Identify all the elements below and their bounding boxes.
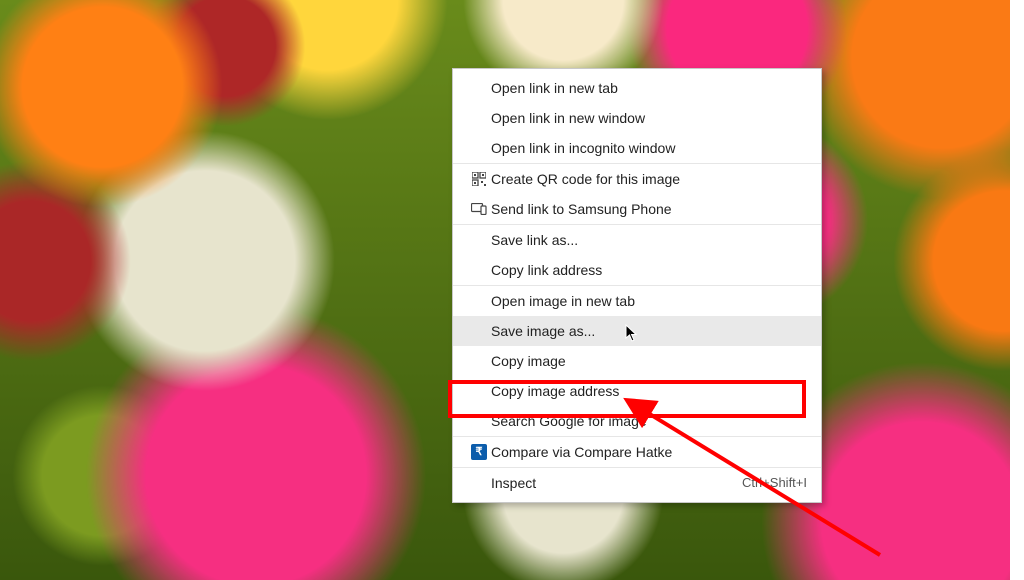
menu-item-label: Open link in new window bbox=[491, 108, 807, 128]
menu-item-open-incognito[interactable]: Open link in incognito window bbox=[453, 133, 821, 163]
menu-item-label: Compare via Compare Hatke bbox=[491, 442, 807, 462]
menu-item-copy-image[interactable]: Copy image bbox=[453, 346, 821, 376]
menu-item-send-samsung[interactable]: Send link to Samsung Phone bbox=[453, 194, 821, 224]
menu-item-label: Copy image bbox=[491, 351, 807, 371]
menu-item-label: Search Google for image bbox=[491, 411, 807, 431]
cursor-icon bbox=[625, 324, 639, 342]
viewport: Open link in new tab Open link in new win… bbox=[0, 0, 1024, 580]
menu-item-create-qr[interactable]: Create QR code for this image bbox=[453, 164, 821, 194]
menu-item-label: Inspect bbox=[491, 473, 742, 493]
devices-icon bbox=[467, 203, 491, 215]
compare-hatke-icon: ₹ bbox=[467, 444, 491, 460]
context-menu-section: Save link as... Copy link address bbox=[453, 224, 821, 285]
context-menu-section: Create QR code for this image Send link t… bbox=[453, 163, 821, 224]
menu-item-label: Create QR code for this image bbox=[491, 169, 807, 189]
context-menu: Open link in new tab Open link in new win… bbox=[452, 68, 822, 503]
context-menu-section: InspectCtrl+Shift+I bbox=[453, 467, 821, 498]
context-menu-section: Open image in new tab Save image as... Cop… bbox=[453, 285, 821, 436]
menu-item-search-google-image[interactable]: Search Google for image bbox=[453, 406, 821, 436]
menu-item-open-image-new-tab[interactable]: Open image in new tab bbox=[453, 286, 821, 316]
menu-item-save-link-as[interactable]: Save link as... bbox=[453, 225, 821, 255]
menu-item-inspect[interactable]: InspectCtrl+Shift+I bbox=[453, 468, 821, 498]
menu-item-save-image-as[interactable]: Save image as... bbox=[453, 316, 821, 346]
menu-item-label: Open link in incognito window bbox=[491, 138, 807, 158]
menu-item-copy-link-address[interactable]: Copy link address bbox=[453, 255, 821, 285]
menu-item-open-new-window[interactable]: Open link in new window bbox=[453, 103, 821, 133]
menu-item-label: Send link to Samsung Phone bbox=[491, 199, 807, 219]
menu-item-label: Copy link address bbox=[491, 260, 807, 280]
menu-item-shortcut: Ctrl+Shift+I bbox=[742, 473, 807, 493]
menu-item-label: Copy image address bbox=[491, 381, 807, 401]
menu-item-label: Open link in new tab bbox=[491, 78, 807, 98]
context-menu-section: Open link in new tab Open link in new win… bbox=[453, 73, 821, 163]
menu-item-open-new-tab[interactable]: Open link in new tab bbox=[453, 73, 821, 103]
qr-icon bbox=[467, 172, 491, 186]
menu-item-label: Save image as... bbox=[491, 321, 807, 341]
menu-item-label: Open image in new tab bbox=[491, 291, 807, 311]
menu-item-copy-image-address[interactable]: Copy image address bbox=[453, 376, 821, 406]
menu-item-label: Save link as... bbox=[491, 230, 807, 250]
context-menu-section: ₹Compare via Compare Hatke bbox=[453, 436, 821, 467]
menu-item-compare-hatke[interactable]: ₹Compare via Compare Hatke bbox=[453, 437, 821, 467]
